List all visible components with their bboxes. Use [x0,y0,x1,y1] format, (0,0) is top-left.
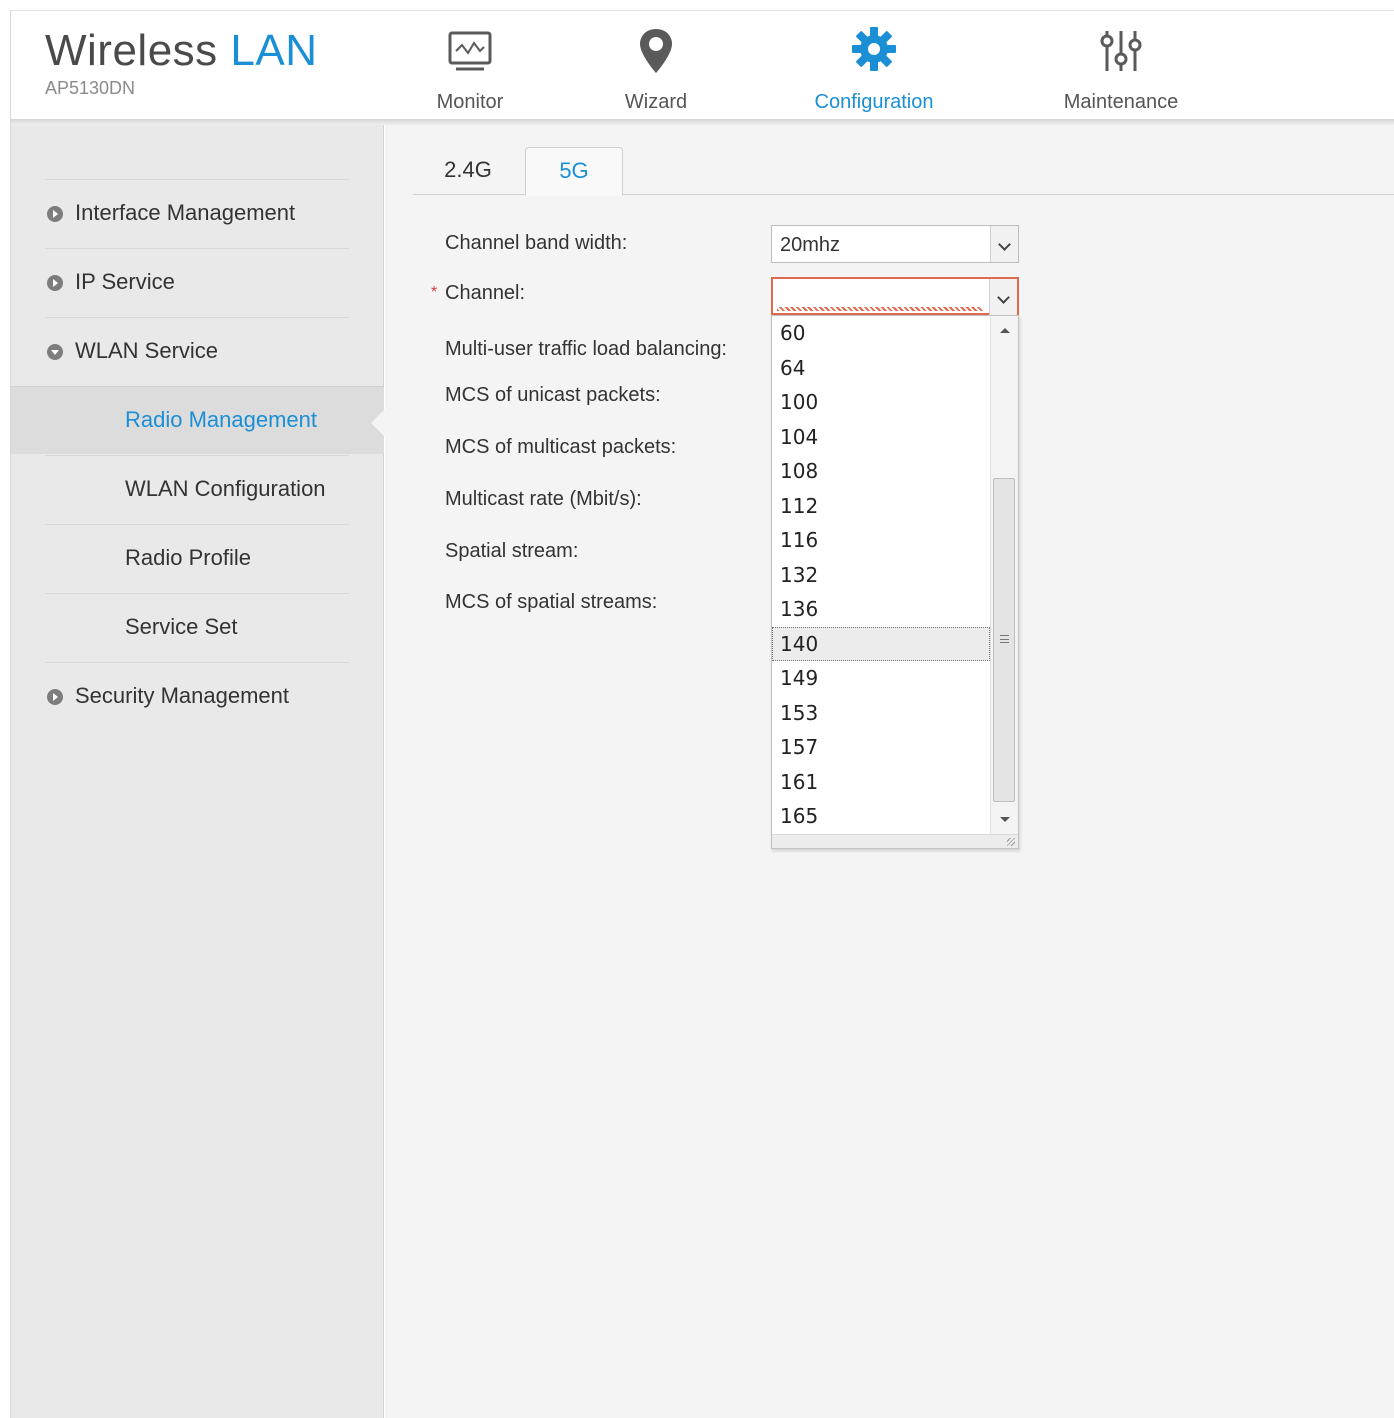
channel-options: 60 64 100 104 108 112 116 132 136 140 14… [772,316,990,834]
sidebar-item-label: WLAN Configuration [125,476,326,501]
channel-select[interactable] [771,277,1019,315]
mcs-multicast-label: MCS of multicast packets: [445,436,677,458]
sidebar-item-label: Security Management [75,683,289,708]
channel-option[interactable]: 132 [772,558,990,593]
nav-maintenance[interactable]: Maintenance [1051,25,1191,115]
required-indicator: * [431,284,438,301]
sidebar-item-label: WLAN Service [75,338,219,363]
nav-monitor[interactable]: Monitor [425,25,515,115]
expand-icon [47,275,63,291]
sidebar-item-interface-management[interactable]: Interface Management [45,179,349,247]
channel-option[interactable]: 100 [772,385,990,420]
sidebar-item-label: Interface Management [75,200,296,225]
grip-icon [1000,635,1009,643]
channel-option[interactable]: 64 [772,351,990,386]
nav-configuration[interactable]: Configuration [801,25,947,115]
nav-maintenance-label: Maintenance [1063,91,1179,113]
active-indicator [371,409,385,437]
channel-option[interactable]: 165 [772,799,990,834]
sidebar-item-wlan-configuration[interactable]: WLAN Configuration [45,455,349,523]
channel-option[interactable]: 116 [772,523,990,558]
mcs-unicast-label: MCS of unicast packets: [445,384,661,406]
channel-option[interactable]: 104 [772,420,990,455]
multicast-rate-label: Multicast rate (Mbit/s): [445,488,642,510]
dropdown-resize-handle[interactable] [772,834,1018,848]
channel-option[interactable]: 157 [772,730,990,765]
channel-option[interactable]: 108 [772,454,990,489]
main-content: 2.4G 5G Channel band width: 20mhz * Chan… [385,125,1394,1418]
expand-icon [47,206,63,222]
band-tabs: 2.4G 5G [413,147,1394,196]
channel-band-width-select[interactable]: 20mhz [771,225,1019,263]
channel-label: Channel: [445,282,526,304]
validation-error-underline [777,307,983,311]
sidebar-item-radio-management[interactable]: Radio Management [11,386,385,454]
mcs-spatial-streams-label: MCS of spatial streams: [445,591,658,613]
nav-wizard-label: Wizard [624,91,688,113]
gear-icon [852,27,896,71]
channel-option[interactable]: 112 [772,489,990,524]
sidebar-item-service-set[interactable]: Service Set [45,593,349,661]
channel-band-width-label: Channel band width: [445,232,628,254]
sidebar-item-security-management[interactable]: Security Management [45,662,349,730]
tab-5g[interactable]: 5G [525,147,623,196]
spatial-stream-label: Spatial stream: [445,540,579,562]
collapse-icon [47,344,63,360]
sidebar-item-label: Radio Profile [125,545,251,570]
sidebar-item-wlan-service[interactable]: WLAN Service [45,317,349,385]
scroll-up-icon[interactable] [1000,328,1010,333]
sidebar-item-label: Radio Management [125,407,318,432]
multi-user-load-balancing-label: Multi-user traffic load balancing: [445,338,727,360]
map-pin-icon [640,29,672,73]
channel-band-width-value: 20mhz [780,234,841,256]
channel-option[interactable]: 149 [772,661,990,696]
channel-option[interactable]: 161 [772,765,990,800]
expand-icon [47,689,63,705]
sidebar-item-radio-profile[interactable]: Radio Profile [45,524,349,592]
device-model: AP5130DN [45,78,136,98]
sidebar-item-ip-service[interactable]: IP Service [45,248,349,316]
app-frame: Wireless LAN AP5130DN Monitor Wizard Con… [10,10,1394,1418]
header: Wireless LAN AP5130DN Monitor Wizard Con… [11,11,1394,119]
monitor-icon [448,31,492,71]
dropdown-scrollbar[interactable] [990,316,1018,834]
sidebar-item-label: IP Service [75,269,175,294]
chevron-down-icon[interactable] [989,279,1017,315]
nav-monitor-label: Monitor [436,91,504,113]
nav-configuration-label: Configuration [814,91,934,113]
channel-dropdown-list[interactable]: 60 64 100 104 108 112 116 132 136 140 14… [771,315,1019,849]
brand-title-main: Wireless [45,26,218,75]
channel-option[interactable]: 136 [772,592,990,627]
chevron-down-icon[interactable] [990,226,1018,262]
sidebar-item-label: Service Set [125,614,238,639]
channel-option[interactable]: 60 [772,316,990,351]
scrollbar-thumb[interactable] [993,478,1015,802]
brand: Wireless LAN AP5130DN [45,25,318,99]
sidebar: Interface Management IP Service WLAN Ser… [11,125,385,1418]
scroll-down-icon[interactable] [1000,817,1010,822]
brand-title: Wireless LAN [45,25,318,77]
nav-wizard[interactable]: Wizard [611,25,701,115]
tab-2-4g[interactable]: 2.4G [413,147,523,195]
channel-option[interactable]: 153 [772,696,990,731]
channel-option-highlighted[interactable]: 140 [772,626,990,661]
brand-title-accent: LAN [230,26,318,75]
sliders-icon [1100,31,1142,71]
